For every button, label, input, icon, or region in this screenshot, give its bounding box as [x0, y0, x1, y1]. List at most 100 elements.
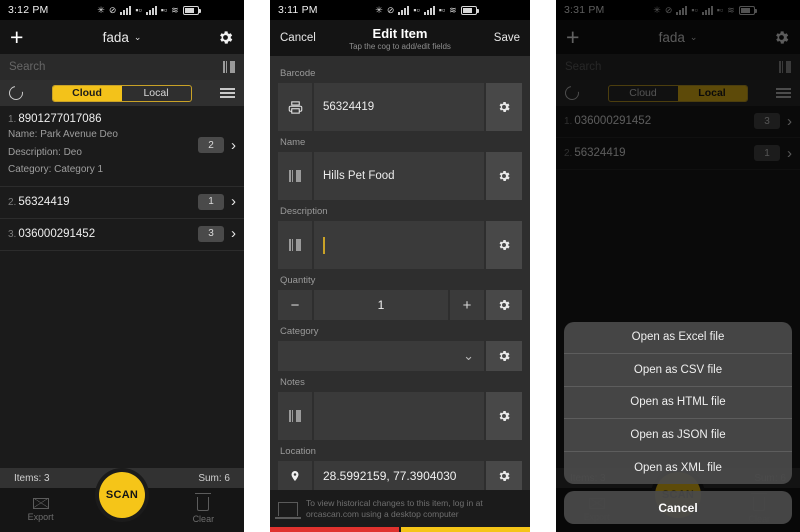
name-value[interactable]: Hills Pet Food	[314, 152, 484, 200]
wifi-icon: ≋	[449, 4, 457, 15]
field-description[interactable]	[278, 221, 522, 269]
search-input[interactable]: Search	[9, 61, 45, 73]
field-quantity[interactable]: − 1 +	[278, 290, 522, 320]
signal-icon	[398, 5, 410, 15]
quantity-increment-button[interactable]: +	[450, 290, 484, 320]
row-code: 1. 8901277017086	[8, 113, 198, 125]
option-open-as-excel[interactable]: Open as Excel file	[564, 322, 792, 354]
add-item-button[interactable]: +	[10, 25, 23, 49]
label-name: Name	[280, 137, 306, 148]
description-value[interactable]	[314, 221, 484, 269]
field-location[interactable]: 28.5992159, 77.3904030	[278, 461, 522, 490]
field-notes[interactable]	[278, 392, 522, 440]
segment-cloud[interactable]: Cloud	[52, 85, 122, 101]
row-code: 2.56324419	[8, 196, 198, 208]
tab-export-label: Export	[27, 512, 54, 522]
source-toggle-row: Cloud Local	[0, 80, 244, 106]
chevron-down-icon: ⌄	[133, 31, 142, 42]
export-options-group: Open as Excel file Open as CSV file Open…	[564, 321, 792, 485]
screenshot-root: 3:12 PM ✳ ⊘ ▪▫ ▪▫ ≋ + fada ⌄ Search Clou…	[0, 0, 800, 532]
chevron-right-icon[interactable]: ›	[231, 226, 236, 241]
sheet-name: fada	[102, 29, 129, 45]
row-actions: 1 ›	[198, 193, 236, 210]
field-category[interactable]: ⌄	[278, 341, 522, 371]
gear-icon[interactable]	[486, 290, 522, 320]
refresh-icon[interactable]	[6, 83, 26, 103]
segment-local[interactable]: Local	[122, 86, 191, 101]
barcode-icon[interactable]	[278, 392, 312, 440]
signal-alt-icon-2: ▪▫	[438, 4, 446, 15]
row-code: 3. 036000291452	[8, 228, 198, 240]
barcode-icon[interactable]	[278, 152, 312, 200]
barcode-icon[interactable]	[278, 221, 312, 269]
field-name[interactable]: Hills Pet Food	[278, 152, 522, 200]
chevron-right-icon[interactable]: ›	[231, 194, 236, 209]
table-row[interactable]: 3. 036000291452 3 ›	[0, 219, 244, 251]
field-barcode[interactable]: 56324419	[278, 83, 522, 131]
signal-alt-icon-2: ▪▫	[160, 4, 168, 15]
barcode-icon[interactable]	[222, 61, 235, 73]
page-subtitle: Tap the cog to add/edit fields	[349, 41, 451, 51]
bluetooth-icon: ✳	[375, 4, 383, 15]
cancel-button[interactable]: Cancel	[564, 491, 792, 524]
quantity-decrement-button[interactable]: −	[278, 290, 312, 320]
row-field-description: Description: Deo	[8, 146, 82, 158]
wifi-icon: ≋	[171, 4, 179, 15]
label-category: Category	[280, 326, 319, 337]
search-bar[interactable]: Search	[0, 54, 244, 80]
hamburger-icon[interactable]	[220, 88, 235, 98]
option-open-as-html[interactable]: Open as HTML file	[564, 387, 792, 419]
envelope-icon	[32, 498, 49, 509]
table-row[interactable]: 2.56324419 1 ›	[0, 187, 244, 219]
laptop-icon	[275, 502, 301, 520]
notes-value[interactable]	[314, 392, 484, 440]
quantity-badge: 1	[198, 193, 224, 210]
category-select[interactable]: ⌄	[278, 341, 484, 371]
cloud-local-segment[interactable]: Cloud Local	[51, 84, 192, 102]
row-meta: 1. 8901277017086 Name: Park Avenue Deo De…	[8, 113, 198, 178]
edit-form: Barcode 56324419 Name Hills Pet Food Des…	[270, 56, 530, 490]
text-cursor	[323, 236, 325, 254]
gear-icon[interactable]	[486, 221, 522, 269]
gear-icon[interactable]	[486, 341, 522, 371]
panel-gap-1	[244, 0, 270, 532]
gear-icon[interactable]	[486, 392, 522, 440]
pin-icon[interactable]	[278, 461, 312, 490]
option-open-as-xml[interactable]: Open as XML file	[564, 452, 792, 485]
table-row[interactable]: 1. 8901277017086 Name: Park Avenue Deo De…	[0, 106, 244, 187]
row-barcode: 56324419	[18, 195, 70, 208]
printer-icon[interactable]	[278, 83, 312, 131]
signal-alt-icon: ▪▫	[413, 4, 420, 15]
delete-button[interactable]: Delete	[270, 526, 399, 532]
scan-button[interactable]: SCAN	[99, 472, 145, 518]
sheet-title[interactable]: fada ⌄	[0, 30, 244, 45]
signal-icon	[120, 5, 132, 15]
quantity-value[interactable]: 1	[314, 290, 448, 320]
signal-icon-2	[145, 5, 157, 15]
label-location: Location	[280, 446, 316, 457]
barcode-value[interactable]: 56324419	[314, 83, 484, 131]
panel-gap-2	[530, 0, 556, 532]
label-quantity: Quantity	[280, 275, 316, 286]
chevron-down-icon: ⌄	[463, 348, 474, 363]
gear-icon[interactable]	[486, 152, 522, 200]
phone-screen-export: 3:31 PM ✳ ⊘ ▪▫ ▪▫ ≋ + fada ⌄ Sea	[556, 0, 800, 532]
chevron-right-icon[interactable]: ›	[231, 138, 236, 153]
settings-button[interactable]	[217, 29, 234, 46]
option-open-as-json[interactable]: Open as JSON file	[564, 419, 792, 452]
row-index: 3.	[8, 228, 17, 240]
save-close-button[interactable]: Save & Close	[401, 526, 530, 532]
phone-screen-edit: 3:11 PM ✳ ⊘ ▪▫ ▪▫ ≋ Cancel Edit Item Tap…	[270, 0, 530, 532]
edit-title-block: Edit Item Tap the cog to add/edit fields	[270, 26, 530, 51]
label-barcode: Barcode	[280, 68, 316, 79]
tab-export[interactable]: Export	[0, 498, 81, 522]
gear-icon[interactable]	[486, 83, 522, 131]
location-value[interactable]: 28.5992159, 77.3904030	[314, 461, 484, 490]
tab-clear[interactable]: Clear	[163, 492, 244, 524]
status-bar: 3:12 PM ✳ ⊘ ▪▫ ▪▫ ≋	[0, 0, 244, 20]
option-open-as-csv[interactable]: Open as CSV file	[564, 354, 792, 387]
label-description: Description	[280, 206, 328, 217]
gear-icon[interactable]	[486, 461, 522, 490]
row-field-name: Name: Park Avenue Deo	[8, 129, 118, 140]
history-hint-text: To view historical changes to this item,…	[306, 498, 483, 520]
